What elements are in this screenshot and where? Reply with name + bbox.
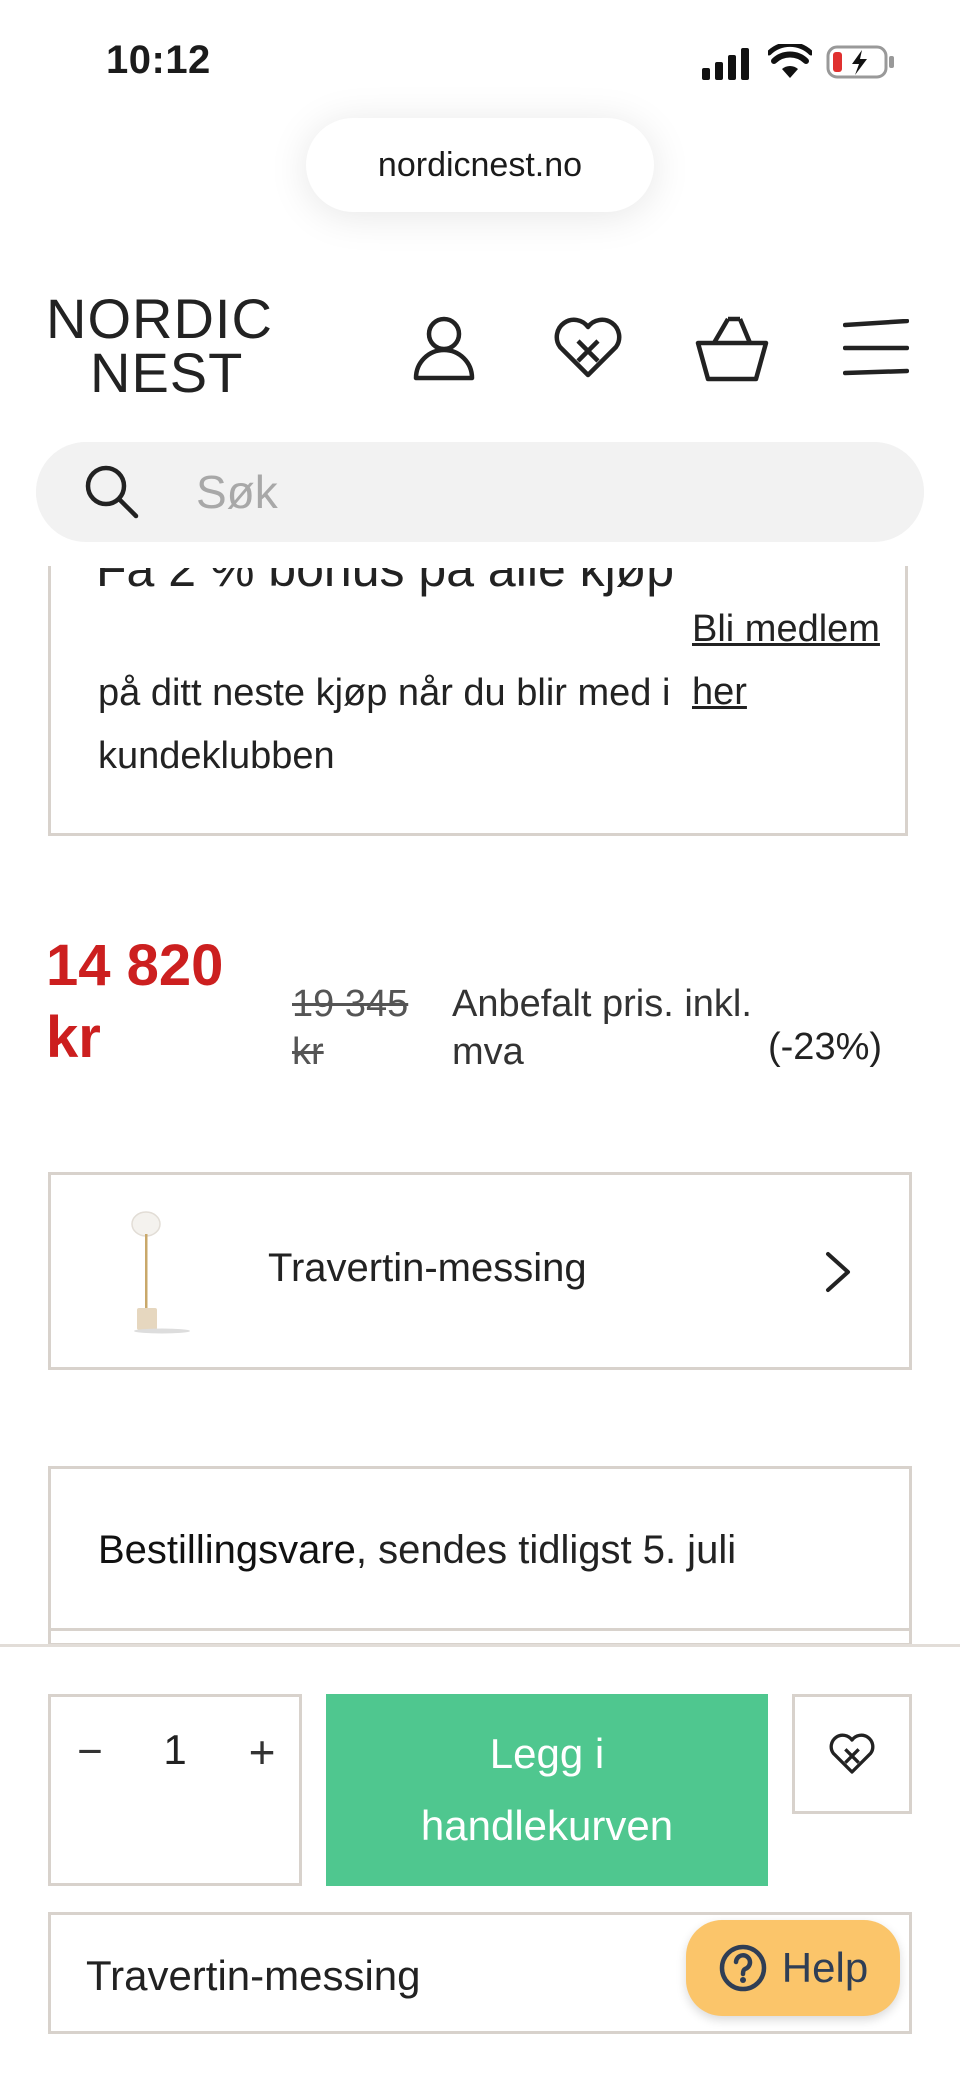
divider [48, 1628, 912, 1631]
floor-lamp-thumbnail [122, 1210, 192, 1334]
search-icon-overlay [84, 464, 140, 520]
discount-badge: (-23%) [768, 1026, 883, 1068]
quantity-stepper [48, 1694, 302, 1886]
add-to-cart-button[interactable]: Legg i handlekurven [326, 1694, 768, 1886]
increase-quantity-button[interactable]: + [234, 1724, 290, 1780]
club-join-link[interactable]: Bli medlem her [692, 598, 882, 724]
chevron-right-icon [820, 1250, 854, 1294]
signal-icon [702, 48, 750, 80]
decrease-quantity-button[interactable]: − [62, 1724, 118, 1780]
status-time: 10:12 [106, 38, 211, 82]
cart-icon[interactable] [692, 308, 772, 388]
order-status-rest: , sendes tidligst 5. juli [355, 1528, 737, 1572]
add-to-cart-label: Legg i handlekurven [420, 1730, 674, 1849]
battery-icon [826, 44, 896, 80]
wifi-icon [766, 41, 814, 80]
current-price: 14 820 kr [46, 933, 224, 1070]
search-input-overlay[interactable] [196, 462, 796, 522]
site-logo[interactable]: NORDIC NEST [46, 291, 286, 404]
original-price: 19 345 kr [292, 983, 409, 1073]
variant-label: Travertin-messing [268, 1246, 587, 1290]
order-status: Bestillingsvare, sendes tidligst 5. juli [98, 1528, 736, 1573]
browser-url-bar[interactable]: nordicnest.no [306, 118, 654, 212]
club-text: på ditt neste kjøp når du blir med i kun… [98, 672, 671, 777]
help-button[interactable]: Help [686, 1920, 900, 2016]
url-text: nordicnest.no [377, 145, 583, 184]
price-note: Anbefalt pris. inkl. mva [452, 983, 752, 1073]
heart-icon [829, 1733, 875, 1774]
order-status-bold: Bestillingsvare [98, 1528, 356, 1572]
wishlist-icon[interactable] [548, 308, 628, 388]
add-to-wishlist-button[interactable] [792, 1694, 912, 1814]
account-icon[interactable] [404, 308, 484, 388]
menu-icon[interactable] [836, 308, 916, 388]
help-label: Help [781, 1944, 869, 1991]
bottom-variant-label: Travertin-messing [86, 1952, 421, 1999]
logo-line-2: NEST [90, 341, 244, 404]
question-icon [719, 1944, 767, 1992]
quantity-value[interactable]: 1 [150, 1726, 200, 1774]
